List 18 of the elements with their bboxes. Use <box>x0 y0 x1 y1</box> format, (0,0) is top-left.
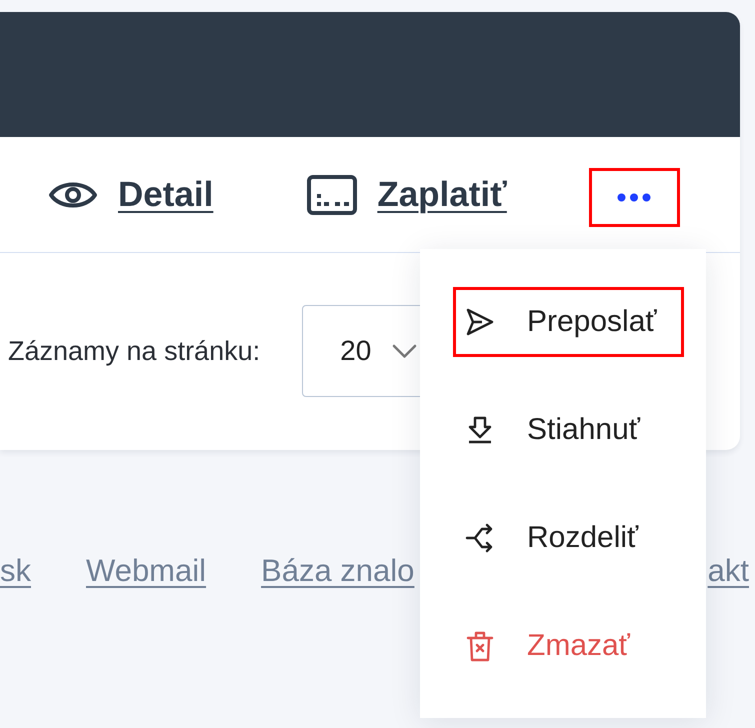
footer-link[interactable]: akt <box>708 552 749 590</box>
menu-item[interactable]: Rozdeliť <box>453 503 684 573</box>
footer-link[interactable]: sk <box>0 552 31 590</box>
menu-item[interactable]: Preposlať <box>453 287 684 357</box>
split-arrows-icon <box>465 523 495 553</box>
trash-icon <box>465 630 495 662</box>
action-link[interactable]: Zaplatiť <box>307 174 507 214</box>
footer-link[interactable]: Webmail <box>86 552 206 590</box>
footer-link[interactable]: Báza znalo <box>261 552 414 590</box>
chevron-down-icon <box>392 344 418 358</box>
menu-item[interactable]: Zmazať <box>453 611 684 681</box>
action-link[interactable]: Detail <box>48 174 214 214</box>
more-button[interactable] <box>588 168 680 227</box>
card-icon <box>307 174 358 214</box>
menu-item[interactable]: Stiahnuť <box>453 395 684 465</box>
page-size-label: Záznamy na stránku: <box>8 336 260 366</box>
ellipsis-icon <box>617 193 652 202</box>
send-icon <box>465 307 495 337</box>
